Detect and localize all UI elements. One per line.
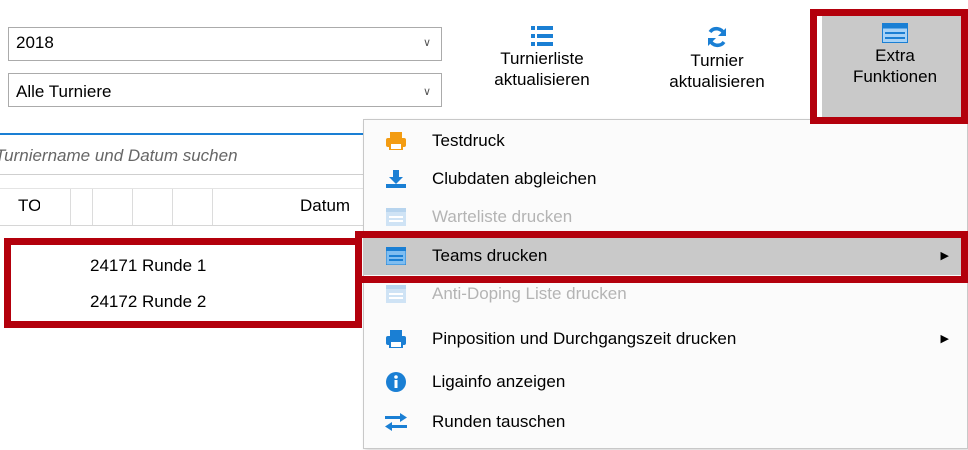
chevron-down-icon: ∨ [422, 86, 431, 98]
list-icon [531, 26, 553, 46]
menu-item-label: Clubdaten abgleichen [432, 169, 597, 188]
table-row[interactable]: 24171 Runde 1 [90, 248, 206, 284]
search-input[interactable]: Turniername und Datum suchen [0, 146, 238, 166]
menu-item-label: Runden tauschen [432, 412, 566, 431]
chevron-down-icon: ∨ [422, 37, 431, 49]
swap-icon [385, 413, 407, 431]
tournament-list: 24171 Runde 1 24172 Runde 2 [16, 246, 346, 324]
table-icon [882, 23, 908, 43]
menu-item-anti-doping-liste-drucken[interactable]: Anti-Doping Liste drucken [364, 275, 968, 313]
menu-item-testdruck[interactable]: Testdruck [364, 122, 968, 160]
menu-item-warteliste-drucken[interactable]: Warteliste drucken [364, 198, 968, 236]
refresh-tournament-label-1: Turnier [690, 51, 744, 70]
refresh-tournament-label-2: aktualisieren [669, 72, 765, 91]
extra-functions-menu: Testdruck Clubdaten abgleichen Wartelist… [363, 119, 968, 449]
printer-icon [386, 330, 406, 348]
menu-item-label: Warteliste drucken [432, 207, 573, 226]
menu-item-label: Ligainfo anzeigen [432, 372, 566, 391]
info-icon [386, 372, 406, 392]
menu-item-runden-tauschen[interactable]: Runden tauschen [364, 403, 968, 441]
menu-item-teams-drucken[interactable]: Teams drucken ▶ [364, 237, 968, 275]
extra-functions-button[interactable]: Extra Funktionen ∨ [822, 13, 968, 117]
chevron-down-icon: ∨ [959, 87, 967, 98]
refresh-icon [708, 27, 726, 47]
refresh-tournament-list-label-2: aktualisieren [494, 70, 590, 89]
refresh-tournament-list-button[interactable]: Turnierliste aktualisieren [462, 26, 622, 106]
menu-item-ligainfo-anzeigen[interactable]: Ligainfo anzeigen [364, 363, 968, 401]
submenu-arrow-icon: ▶ [940, 250, 949, 262]
menu-item-clubdaten-abgleichen[interactable]: Clubdaten abgleichen [364, 160, 968, 198]
year-select[interactable]: 2018 ∨ [8, 27, 442, 61]
year-select-value: 2018 [16, 33, 54, 52]
table-header: TO Datum [0, 188, 365, 226]
menu-item-pinposition-drucken[interactable]: Pinposition und Durchgangszeit drucken ▶ [364, 320, 968, 358]
menu-item-label: Pinposition und Durchgangszeit drucken [432, 329, 737, 348]
submenu-arrow-icon: ▶ [940, 333, 949, 345]
search-box[interactable]: Turniername und Datum suchen [0, 133, 365, 175]
list-icon [386, 285, 406, 303]
list-icon [386, 208, 406, 226]
tournament-filter-select[interactable]: Alle Turniere ∨ [8, 73, 442, 107]
list-icon [386, 247, 406, 265]
column-header-empty-4[interactable] [172, 189, 213, 225]
refresh-tournament-button[interactable]: Turnier aktualisieren [642, 26, 792, 106]
menu-item-label: Teams drucken [432, 246, 548, 265]
menu-item-label: Anti-Doping Liste drucken [432, 284, 627, 303]
download-icon [386, 170, 406, 188]
tournament-filter-value: Alle Turniere [16, 82, 112, 101]
table-row[interactable]: 24172 Runde 2 [90, 284, 206, 320]
column-header-empty-1[interactable] [52, 189, 93, 225]
extra-functions-label-1: Extra [875, 46, 915, 65]
extra-functions-label-2: Funktionen [852, 67, 938, 86]
printer-icon [386, 132, 406, 150]
column-header-empty-2[interactable] [92, 189, 133, 225]
column-header-empty-3[interactable] [132, 189, 173, 225]
menu-item-label: Testdruck [432, 131, 505, 150]
refresh-tournament-list-label-1: Turnierliste [500, 49, 584, 68]
